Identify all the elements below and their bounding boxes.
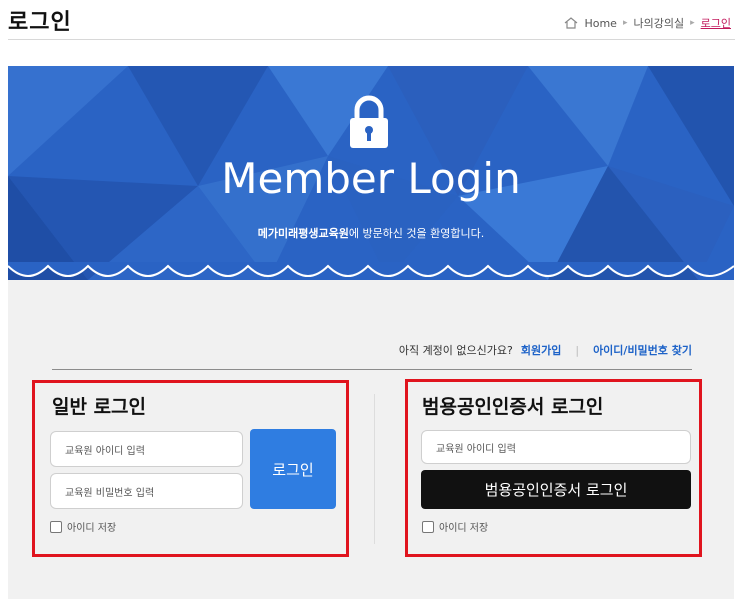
find-id-password-link[interactable]: 아이디/비밀번호 찾기 xyxy=(593,342,692,358)
no-account-text: 아직 계정이 없으신가요? xyxy=(398,344,513,357)
breadcrumb-separator: ▸ xyxy=(690,18,695,28)
account-links: 아직 계정이 없으신가요? 회원가입 | 아이디/비밀번호 찾기 xyxy=(399,342,692,358)
breadcrumb-classroom[interactable]: 나의강의실 xyxy=(633,15,684,31)
banner-wave-edge xyxy=(8,262,734,277)
highlight-box-general xyxy=(32,380,349,557)
links-divider: | xyxy=(575,343,580,357)
breadcrumb-home[interactable]: Home xyxy=(584,17,616,30)
page-title: 로그인 xyxy=(8,10,72,35)
banner-subtitle: 메가미래평생교육원에 방문하신 것을 환영합니다. xyxy=(8,225,734,241)
signup-link[interactable]: 회원가입 xyxy=(521,342,561,358)
header-divider xyxy=(8,39,735,40)
lock-icon xyxy=(350,95,388,148)
highlight-box-cert xyxy=(405,379,702,557)
section-divider xyxy=(52,369,692,370)
welcome-text: 에 방문하신 것을 환영합니다. xyxy=(348,227,485,240)
breadcrumb-current[interactable]: 로그인 xyxy=(701,15,731,31)
institution-name: 메가미래평생교육원 xyxy=(257,227,349,240)
breadcrumb: Home ▸ 나의강의실 ▸ 로그인 xyxy=(564,15,731,31)
member-login-banner: Member Login 메가미래평생교육원에 방문하신 것을 환영합니다. xyxy=(8,66,734,280)
home-icon[interactable] xyxy=(564,17,578,29)
panel-divider xyxy=(374,394,375,544)
breadcrumb-separator: ▸ xyxy=(622,18,628,28)
banner-title: Member Login xyxy=(221,154,521,203)
